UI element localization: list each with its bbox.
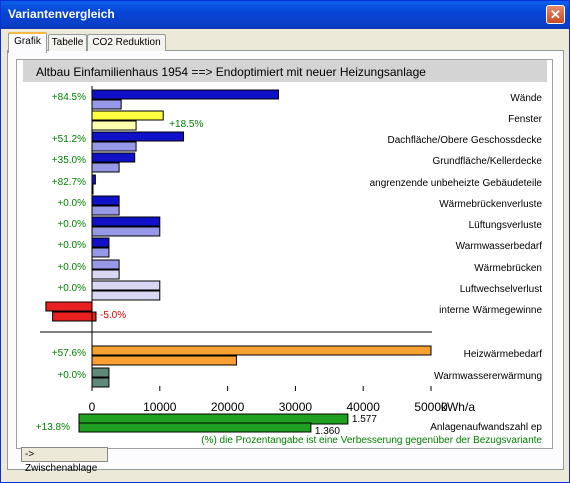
x-unit-label: kWh/a	[441, 400, 475, 414]
bar-altbau-5	[91, 195, 120, 206]
percent-label-9: +0.0%	[57, 283, 86, 294]
bar-anlagen-optimiert	[78, 422, 312, 433]
bar-optimiert-0	[91, 99, 122, 110]
bar-altbau-4	[91, 174, 96, 185]
category-label-1: Fenster	[508, 114, 543, 125]
percent-label-1: +18.5%	[169, 119, 203, 130]
footnote: (%) die Prozentangabe ist eine Verbesser…	[201, 435, 542, 446]
percent-label-3: +35.0%	[52, 155, 86, 166]
x-tick-label-2: 20000	[211, 400, 245, 414]
bar-optimiert-5	[91, 205, 120, 216]
percent-label-4: +82.7%	[52, 177, 86, 188]
tab-grafik[interactable]: Grafik	[8, 32, 47, 53]
bar-optimiert-9	[91, 290, 161, 301]
anlagen-altbau-value: 1.577	[352, 414, 377, 425]
percent-label-11: +57.6%	[52, 348, 86, 359]
percent-label-7: +0.0%	[57, 240, 86, 251]
bar-optimiert-10	[52, 311, 97, 322]
x-tick-label-4: 40000	[347, 400, 381, 414]
bar-optimiert-8	[91, 269, 120, 280]
bar-optimiert-7	[91, 247, 110, 258]
x-tick-label-3: 30000	[279, 400, 313, 414]
category-label-9: Luftwechselverlust	[460, 284, 542, 295]
percent-label-10: -5.0%	[100, 310, 126, 321]
chart-title: Altbau Einfamilienhaus 1954 ==> Endoptim…	[36, 65, 426, 79]
bar-optimiert-11	[91, 355, 237, 366]
bar-altbau-1	[91, 110, 164, 121]
category-label-8: Wärmebrücken	[474, 263, 542, 274]
category-label-6: Lüftungsverluste	[469, 220, 543, 231]
clipboard-button[interactable]: -> Zwischenablage	[21, 447, 108, 474]
bar-altbau-9	[91, 280, 161, 291]
category-label-2: Dachfläche/Obere Geschossdecke	[387, 135, 542, 146]
percent-label-0: +84.5%	[52, 92, 86, 103]
category-label-7: Warmwasserbedarf	[456, 241, 543, 252]
bar-altbau-10	[45, 301, 93, 312]
percent-label-12: +0.0%	[57, 370, 86, 381]
bar-altbau-6	[91, 216, 161, 227]
bar-altbau-12	[91, 367, 110, 378]
x-tick-label-1: 10000	[143, 400, 177, 414]
category-label-0: Wände	[510, 93, 542, 104]
bar-optimiert-12	[91, 377, 110, 388]
bar-altbau-2	[91, 131, 185, 142]
bar-altbau-11	[91, 345, 432, 356]
anlagen-percent: +13.8%	[36, 422, 70, 433]
percent-label-5: +0.0%	[57, 198, 86, 209]
category-label-4: angrenzende unbeheizte Gebäudeteile	[370, 178, 543, 189]
percent-label-6: +0.0%	[57, 219, 86, 230]
anlagen-label: Anlagenaufwandszahl ep	[430, 422, 542, 433]
chart-svg: Altbau Einfamilienhaus 1954 ==> Endoptim…	[23, 60, 547, 446]
bar-optimiert-3	[91, 162, 120, 173]
bar-optimiert-1	[91, 120, 137, 131]
category-label-11: Heizwärmebedarf	[464, 349, 543, 360]
bar-optimiert-6	[91, 226, 161, 237]
bar-altbau-3	[91, 152, 136, 163]
category-label-3: Grundfläche/Kellerdecke	[432, 156, 542, 167]
bar-altbau-8	[91, 259, 120, 270]
bar-altbau-7	[91, 237, 110, 248]
bar-altbau-0	[91, 89, 279, 100]
x-tick-label-0: 0	[89, 400, 96, 414]
category-label-5: Wärmebrückenverluste	[439, 199, 542, 210]
percent-label-8: +0.0%	[57, 262, 86, 273]
category-label-10: interne Wärmegewinne	[439, 305, 542, 316]
bar-optimiert-2	[91, 141, 137, 152]
category-label-12: Warmwassererwärmung	[434, 371, 542, 382]
percent-label-2: +51.2%	[52, 134, 86, 145]
